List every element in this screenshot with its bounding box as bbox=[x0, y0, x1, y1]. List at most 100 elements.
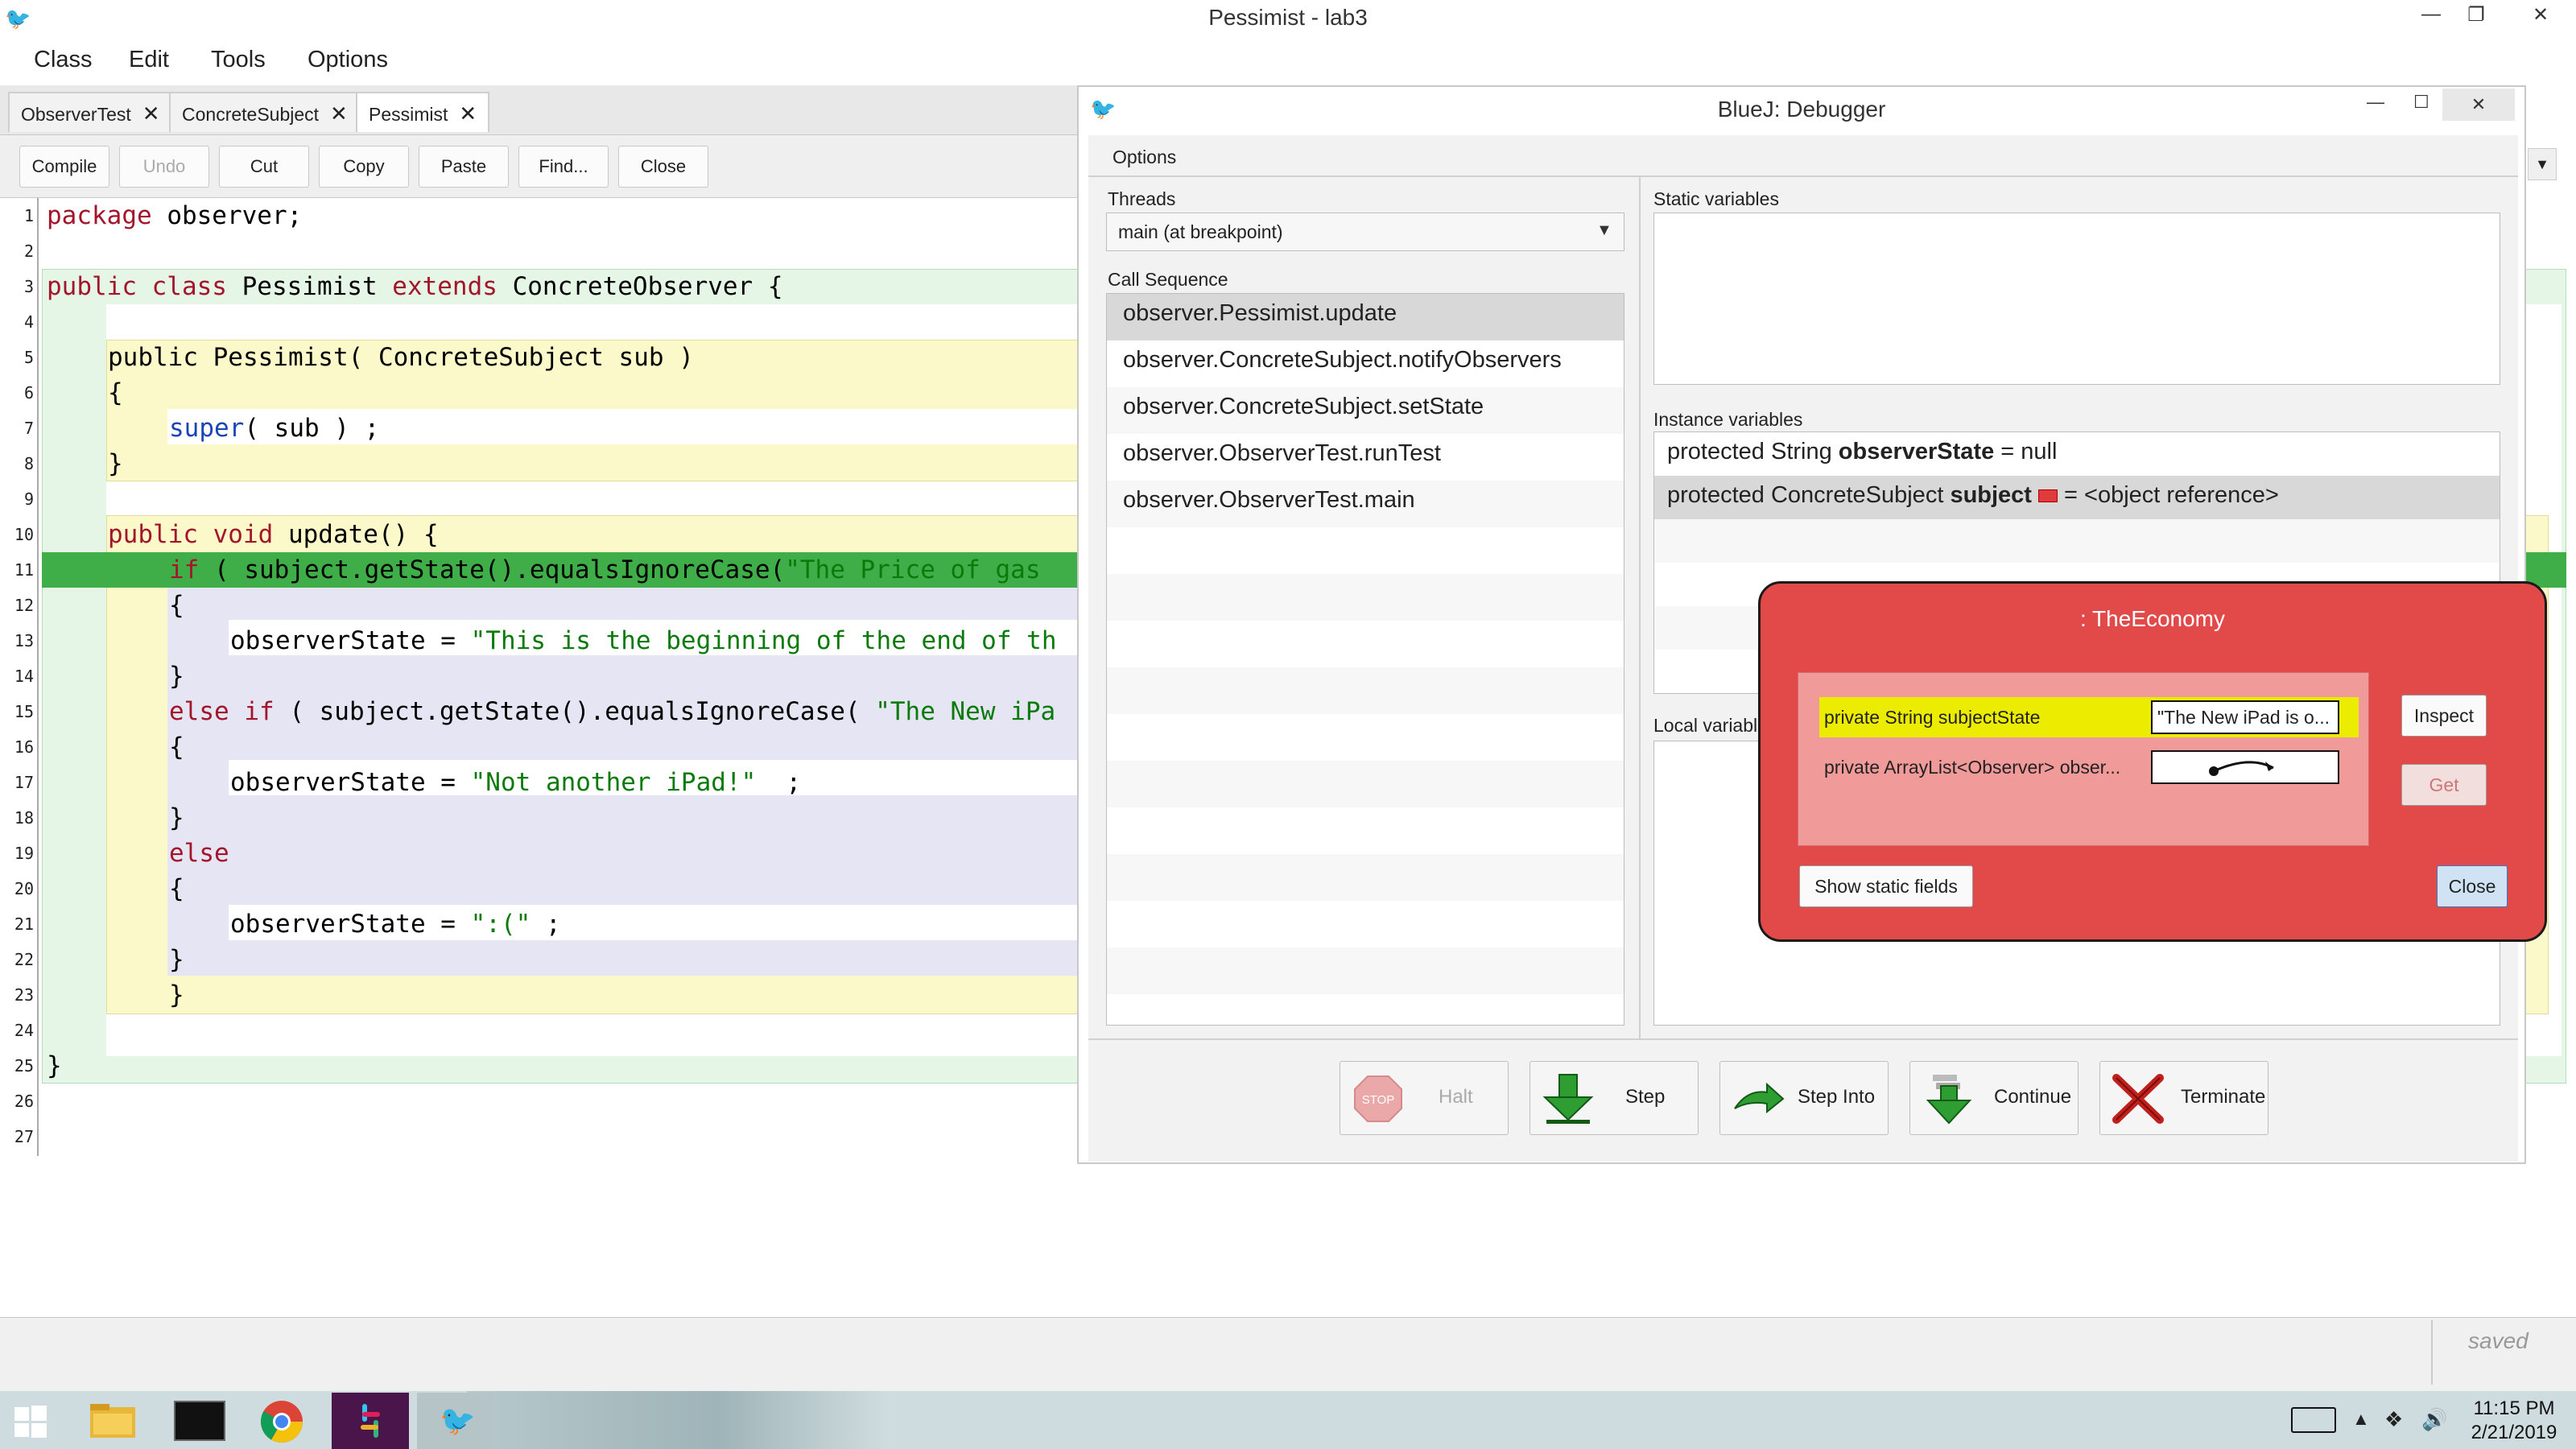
inspector-close-button[interactable]: Close bbox=[2437, 865, 2508, 907]
field-row[interactable]: private ArrayList<Observer> obser... bbox=[1819, 747, 2359, 787]
chrome-icon[interactable] bbox=[259, 1399, 304, 1448]
line-number[interactable]: 14 bbox=[2, 667, 34, 686]
windows-start-icon[interactable] bbox=[14, 1406, 47, 1442]
code-line-10[interactable]: public void update() { bbox=[108, 520, 439, 549]
menu-class[interactable]: Class bbox=[34, 47, 93, 73]
code-line-19[interactable]: else bbox=[169, 839, 229, 868]
bluej-taskbar-icon[interactable]: 🐦 bbox=[417, 1393, 494, 1449]
call-sequence-item[interactable]: observer.ConcreteSubject.setState bbox=[1107, 387, 1624, 434]
close-window-icon[interactable]: ✕ bbox=[2523, 3, 2558, 27]
code-line-14[interactable]: } bbox=[169, 662, 184, 691]
call-sequence-item[interactable]: observer.ObserverTest.runTest bbox=[1107, 434, 1624, 481]
menu-edit[interactable]: Edit bbox=[129, 47, 169, 73]
call-sequence-item[interactable]: observer.Pessimist.update bbox=[1107, 294, 1624, 341]
line-number[interactable]: 9 bbox=[2, 489, 34, 509]
line-number[interactable]: 16 bbox=[2, 737, 34, 757]
line-number[interactable]: 3 bbox=[2, 277, 34, 296]
line-number[interactable]: 4 bbox=[2, 312, 34, 332]
tab-concretesubject[interactable]: ConcreteSubject ✕ bbox=[169, 92, 361, 132]
menu-tools[interactable]: Tools bbox=[211, 47, 266, 73]
minimize-icon[interactable]: — bbox=[2367, 92, 2384, 113]
code-line-12[interactable]: { bbox=[169, 591, 184, 620]
get-button[interactable]: Get bbox=[2401, 764, 2487, 806]
menu-options[interactable]: Options bbox=[308, 47, 388, 73]
code-line-23[interactable]: } bbox=[169, 980, 184, 1009]
file-explorer-icon[interactable] bbox=[89, 1402, 137, 1443]
paste-button[interactable]: Paste bbox=[419, 146, 509, 188]
line-number[interactable]: 12 bbox=[2, 596, 34, 615]
step-button[interactable]: Step bbox=[1530, 1061, 1699, 1135]
clock-date[interactable]: 2/21/2019 bbox=[2454, 1422, 2574, 1444]
terminate-button[interactable]: Terminate bbox=[2099, 1061, 2268, 1135]
code-line-8[interactable]: } bbox=[108, 449, 123, 478]
line-number[interactable]: 11 bbox=[2, 560, 34, 580]
code-line-18[interactable]: } bbox=[169, 803, 184, 832]
line-number[interactable]: 6 bbox=[2, 383, 34, 402]
terminal-icon[interactable] bbox=[174, 1401, 225, 1441]
code-line-13[interactable]: observerState = "This is the beginning o… bbox=[230, 626, 1057, 655]
line-number[interactable]: 18 bbox=[2, 808, 34, 828]
copy-button[interactable]: Copy bbox=[319, 146, 409, 188]
chevron-up-icon[interactable]: ▲ bbox=[2352, 1409, 2370, 1430]
continue-button[interactable]: Continue bbox=[1909, 1061, 2079, 1135]
minimize-icon[interactable]: — bbox=[2413, 3, 2449, 26]
compile-button[interactable]: Compile bbox=[19, 146, 109, 188]
tab-observertest[interactable]: ObserverTest ✕ bbox=[8, 92, 173, 132]
line-number[interactable]: 25 bbox=[2, 1056, 34, 1075]
inspect-button[interactable]: Inspect bbox=[2401, 695, 2487, 737]
line-number[interactable]: 1 bbox=[2, 206, 34, 225]
static-vars-panel[interactable] bbox=[1653, 213, 2500, 385]
line-number[interactable]: 7 bbox=[2, 419, 34, 438]
line-number[interactable]: 17 bbox=[2, 773, 34, 792]
tab-pessimist[interactable]: Pessimist ✕ bbox=[356, 92, 490, 132]
dropbox-icon[interactable]: ❖ bbox=[2384, 1407, 2403, 1432]
clock-time[interactable]: 11:15 PM bbox=[2454, 1397, 2574, 1420]
chevron-down-icon[interactable]: ▼ bbox=[2528, 148, 2557, 180]
code-line-15[interactable]: else if ( subject.getState().equalsIgnor… bbox=[169, 697, 1055, 726]
undo-button[interactable]: Undo bbox=[119, 146, 209, 188]
line-number[interactable]: 15 bbox=[2, 702, 34, 721]
menu-options[interactable]: Options bbox=[1113, 147, 1176, 168]
slack-icon[interactable] bbox=[332, 1393, 409, 1449]
code-line-1[interactable]: package observer; bbox=[47, 201, 302, 230]
close-tab-icon[interactable]: ✕ bbox=[142, 101, 160, 126]
code-line-7[interactable]: super( sub ) ; bbox=[169, 414, 379, 443]
volume-icon[interactable]: 🔊 bbox=[2421, 1407, 2447, 1432]
line-number[interactable]: 24 bbox=[2, 1021, 34, 1040]
maximize-icon[interactable]: ☐ bbox=[2413, 92, 2429, 113]
cut-button[interactable]: Cut bbox=[219, 146, 309, 188]
line-number[interactable]: 10 bbox=[2, 525, 34, 544]
code-line-25[interactable]: } bbox=[47, 1051, 62, 1080]
code-line-16[interactable]: { bbox=[169, 733, 184, 762]
call-sequence-item[interactable]: observer.ConcreteSubject.notifyObservers bbox=[1107, 341, 1624, 387]
find-button[interactable]: Find... bbox=[518, 146, 609, 188]
instance-var-row[interactable]: protected String observerState = null bbox=[1654, 432, 2500, 476]
keyboard-icon[interactable] bbox=[2291, 1407, 2336, 1433]
code-line-11[interactable]: if ( subject.getState().equalsIgnoreCase… bbox=[169, 555, 1041, 584]
code-line-17[interactable]: observerState = "Not another iPad!" ; bbox=[230, 768, 801, 797]
close-window-icon[interactable]: ✕ bbox=[2442, 89, 2515, 121]
threads-dropdown[interactable]: main (at breakpoint) ▼ bbox=[1106, 213, 1624, 251]
code-line-20[interactable]: { bbox=[169, 874, 184, 903]
restore-icon[interactable]: ❐ bbox=[2458, 3, 2494, 27]
line-number[interactable]: 19 bbox=[2, 844, 34, 863]
line-number[interactable]: 22 bbox=[2, 950, 34, 969]
step-into-button[interactable]: Step Into bbox=[1719, 1061, 1889, 1135]
line-number[interactable]: 27 bbox=[2, 1127, 34, 1146]
instance-var-row-selected[interactable]: protected ConcreteSubject subject = <obj… bbox=[1654, 476, 2500, 519]
line-number[interactable]: 5 bbox=[2, 348, 34, 367]
line-number[interactable]: 8 bbox=[2, 454, 34, 473]
code-line-5[interactable]: public Pessimist( ConcreteSubject sub ) bbox=[108, 343, 694, 372]
call-sequence-list[interactable]: observer.Pessimist.update observer.Concr… bbox=[1106, 293, 1624, 1026]
close-tab-icon[interactable]: ✕ bbox=[459, 101, 477, 126]
halt-button[interactable]: STOP Halt bbox=[1340, 1061, 1509, 1135]
line-number[interactable]: 13 bbox=[2, 631, 34, 650]
code-line-21[interactable]: observerState = ":(" ; bbox=[230, 910, 561, 939]
code-line-6[interactable]: { bbox=[108, 378, 123, 407]
line-number[interactable]: 20 bbox=[2, 879, 34, 898]
field-row-selected[interactable]: private String subjectState "The New iPa… bbox=[1819, 697, 2359, 737]
panel-splitter[interactable] bbox=[1639, 175, 1641, 1038]
line-number[interactable]: 26 bbox=[2, 1092, 34, 1111]
line-number[interactable]: 21 bbox=[2, 914, 34, 934]
code-line-3[interactable]: public class Pessimist extends ConcreteO… bbox=[47, 272, 783, 301]
